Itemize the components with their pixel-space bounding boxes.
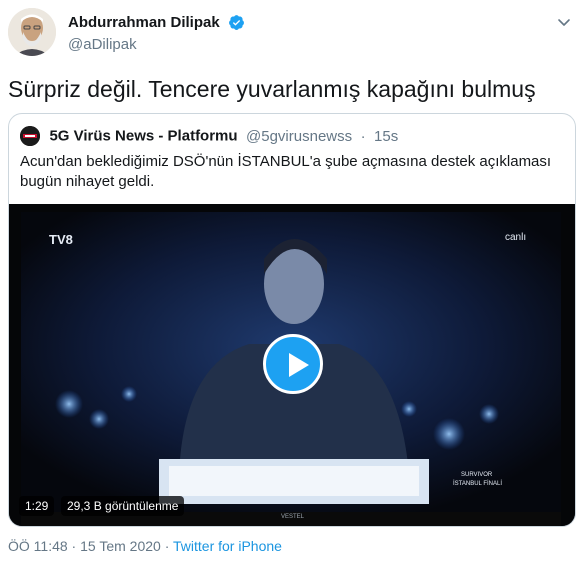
quoted-text-line-2: bugün nihayet geldi. <box>20 173 155 190</box>
quoted-text-line-1: Acun'dan beklediğimiz DSÖ'nün İSTANBUL'a… <box>20 153 552 170</box>
quoted-avatar[interactable] <box>20 126 40 146</box>
quoted-time[interactable]: 15s <box>374 128 398 145</box>
video-duration: 1:29 <box>19 496 55 516</box>
show-label-2: İSTANBUL FİNALİ <box>453 481 503 487</box>
author-display-name[interactable]: Abdurrahman Dilipak <box>68 14 220 31</box>
footer-separator: · <box>164 538 170 554</box>
quoted-handle[interactable]: @5gvirusnewss <box>246 128 352 145</box>
video-player[interactable]: TV8 canlı SURVIVOR İSTANBUL FİNALİ VESTE… <box>9 204 575 526</box>
quoted-dot-separator: · <box>360 127 366 145</box>
quoted-tweet-header: 5G Virüs News - Platformu @5gvirusnewss … <box>20 126 398 146</box>
tweet-text: Sürpriz değil. Tencere yuvarlanmış kapağ… <box>8 76 536 102</box>
quoted-tweet[interactable]: 5G Virüs News - Platformu @5gvirusnewss … <box>8 113 576 527</box>
author-handle[interactable]: @aDilipak <box>68 36 245 53</box>
tweet-header: Abdurrahman Dilipak @aDilipak <box>8 8 576 60</box>
quoted-tweet-text: Acun'dan beklediğimiz DSÖ'nün İSTANBUL'a… <box>20 152 560 192</box>
verified-badge-icon <box>229 15 245 31</box>
show-label-1: SURVIVOR <box>461 472 493 478</box>
quoted-display-name[interactable]: 5G Virüs News - Platformu <box>49 128 237 145</box>
tv-channel-logo: TV8 <box>49 232 73 247</box>
tweet-footer: ÖÖ 11:48 · 15 Tem 2020 · Twitter for iPh… <box>8 538 282 554</box>
live-label: canlı <box>505 232 527 243</box>
video-view-count: 29,3 B görüntülenme <box>61 496 185 516</box>
tweet-source-link[interactable]: Twitter for iPhone <box>173 538 282 554</box>
play-button[interactable] <box>263 334 323 394</box>
tv-brand-label: VESTEL <box>281 514 305 520</box>
tweet-timestamp[interactable]: ÖÖ 11:48 · 15 Tem 2020 <box>8 538 161 554</box>
chevron-down-icon[interactable] <box>556 14 572 30</box>
author-avatar[interactable] <box>8 8 56 56</box>
